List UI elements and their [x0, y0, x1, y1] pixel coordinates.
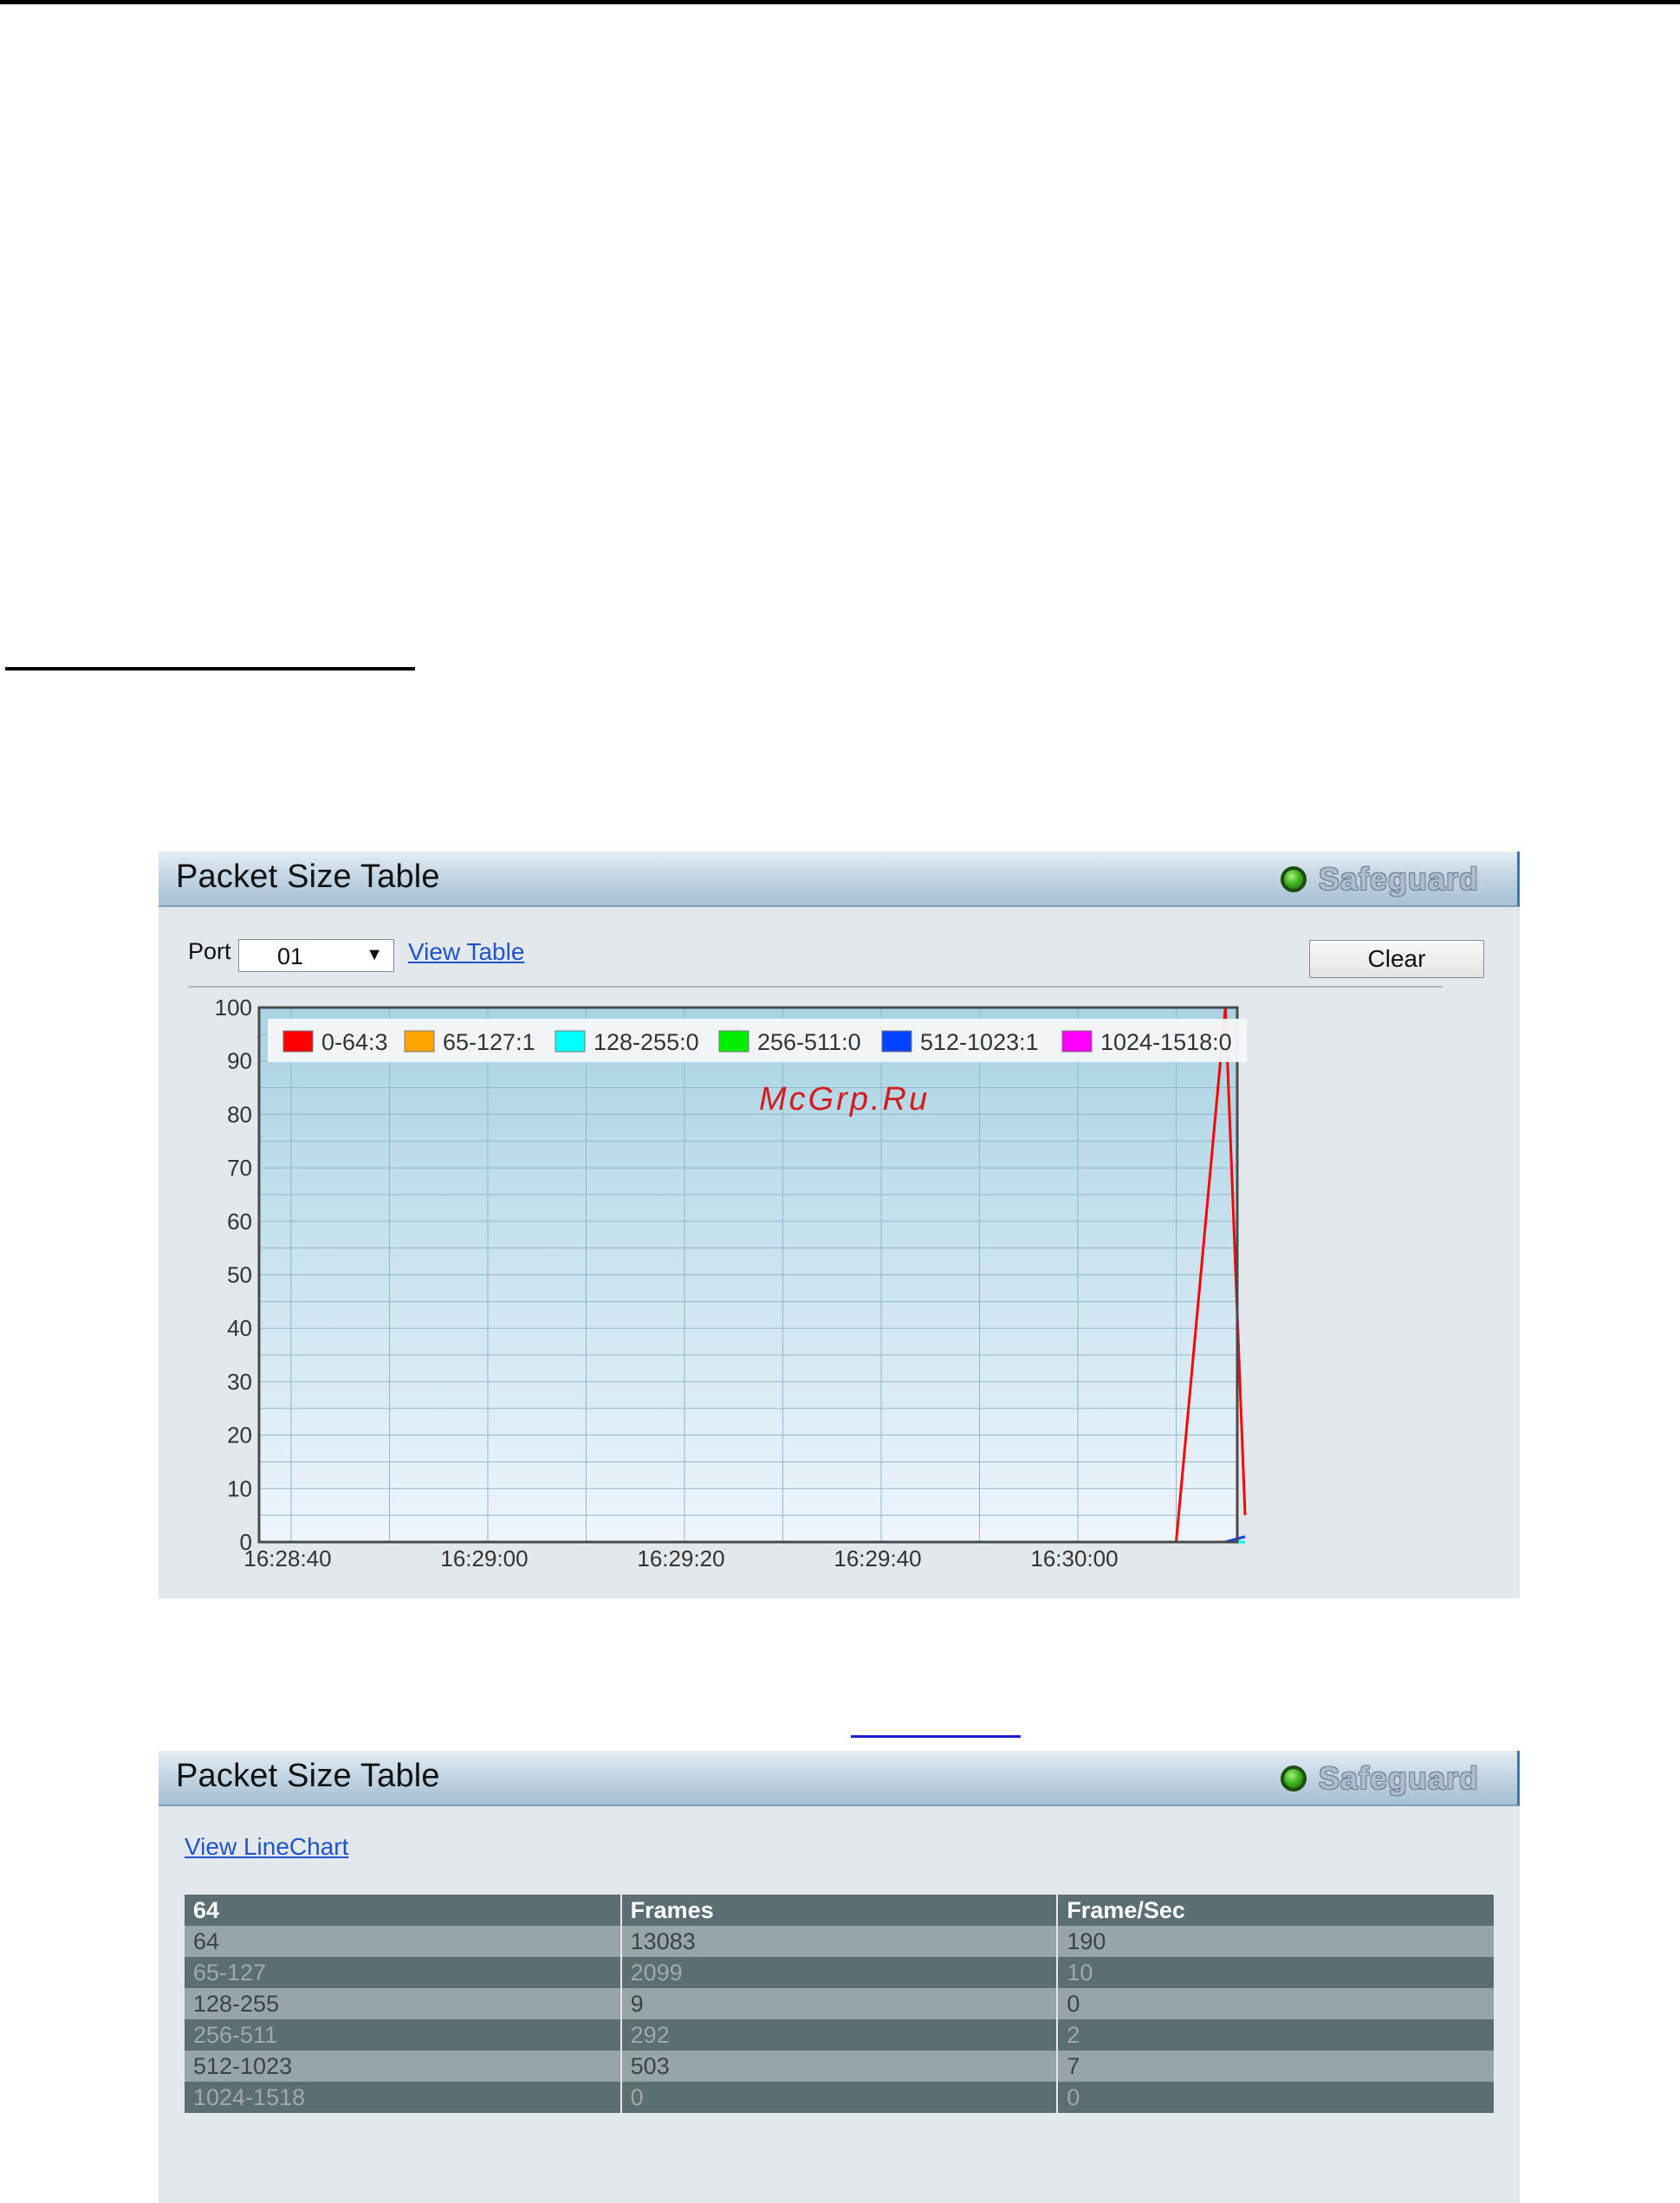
y-tick-label: 90 — [227, 1048, 252, 1074]
table-cell: 190 — [1056, 1926, 1494, 1957]
y-tick-label: 20 — [227, 1422, 252, 1448]
packet-size-linechart-panel: Packet Size Table Safeguard Port 01 ▼ Vi… — [159, 852, 1520, 1598]
table-cell: 2099 — [619, 1957, 1058, 1988]
y-tick-label: 10 — [227, 1475, 252, 1501]
y-tick-label: 70 — [227, 1155, 252, 1181]
table-cell: 9 — [619, 1988, 1058, 2019]
legend-entry: 65-127:1 — [443, 1029, 535, 1055]
y-tick-label: 30 — [227, 1369, 252, 1395]
x-tick-label: 16:28:40 — [243, 1545, 331, 1571]
y-tick-label: 50 — [227, 1262, 252, 1288]
view-linechart-link[interactable]: View LineChart — [185, 1833, 348, 1861]
table-cell: 503 — [619, 2051, 1058, 2082]
table-row: 64 13083 190 — [185, 1926, 1494, 1957]
packet-size-stats-table: 64 Frames Frame/Sec 64 13083 190 65-127 … — [185, 1895, 1494, 2113]
safeguard-label: Safeguard — [1318, 1760, 1479, 1796]
safeguard-indicator: Safeguard — [1280, 1759, 1479, 1798]
x-tick-label: 16:30:00 — [1030, 1545, 1118, 1571]
table-cell: 64 — [185, 1926, 621, 1957]
table-header-row: 64 Frames Frame/Sec — [185, 1895, 1494, 1926]
packet-size-line-chart: 010203040506070809010016:28:40 16:29:00 16… — [215, 995, 1247, 1571]
legend-swatch — [718, 1030, 749, 1053]
column-header: Frames — [619, 1895, 1058, 1926]
legend-entry: 512-1023:1 — [920, 1029, 1039, 1055]
legend-entry: 0-64:3 — [321, 1029, 388, 1055]
table-row: 512-1023 503 7 — [185, 2051, 1494, 2082]
legend-swatch — [1061, 1030, 1093, 1053]
table-cell: 0 — [1056, 1988, 1494, 2019]
table-cell: 7 — [1056, 2051, 1494, 2082]
table-cell: 13083 — [619, 1926, 1058, 1957]
legend-entry: 128-255:0 — [594, 1029, 699, 1055]
table-row: 1024-1518 0 0 — [185, 2082, 1494, 2113]
y-tick-label: 100 — [215, 995, 252, 1021]
table-cell: 292 — [619, 2019, 1058, 2051]
x-tick-label: 16:29:20 — [637, 1545, 724, 1571]
table-cell: 256-511 — [185, 2019, 621, 2051]
table-cell: 1024-1518 — [185, 2082, 621, 2113]
link-underline-rule — [851, 1735, 1021, 1738]
y-tick-label: 80 — [227, 1101, 252, 1127]
x-tick-label: 16:29:00 — [440, 1545, 528, 1571]
watermark: McGrp.Ru — [759, 1081, 931, 1118]
section-rule — [5, 667, 415, 671]
legend-entry: 256-511:0 — [757, 1029, 861, 1055]
panel-header: Packet Size Table Safeguard — [159, 1751, 1520, 1806]
top-rule — [0, 0, 1680, 4]
table-row: 65-127 2099 10 — [185, 1957, 1494, 1988]
column-header: Frame/Sec — [1056, 1895, 1494, 1926]
x-tick-label: 16:29:40 — [834, 1545, 921, 1571]
table-cell: 512-1023 — [185, 2051, 621, 2082]
legend-entry: 1024-1518:0 — [1100, 1029, 1232, 1055]
safeguard-status-icon — [1280, 1766, 1307, 1792]
legend-swatch — [282, 1030, 314, 1053]
legend-swatch — [404, 1030, 435, 1053]
table-row: 128-255 9 0 — [185, 1988, 1494, 2019]
column-header: 64 — [185, 1895, 621, 1926]
table-cell: 0 — [619, 2082, 1058, 2113]
table-cell: 0 — [1056, 2082, 1494, 2113]
page-title: Packet Size Table — [176, 1758, 440, 1794]
table-cell: 128-255 — [185, 1988, 621, 2019]
table-cell: 10 — [1056, 1957, 1494, 1988]
table-cell: 65-127 — [185, 1957, 621, 1988]
packet-size-table-panel: Packet Size Table Safeguard View LineCha… — [159, 1751, 1520, 2203]
y-tick-label: 40 — [227, 1315, 252, 1341]
legend-swatch — [881, 1030, 912, 1053]
y-tick-label: 60 — [227, 1208, 252, 1234]
table-cell: 2 — [1056, 2019, 1494, 2051]
legend-swatch — [555, 1030, 586, 1053]
table-row: 256-511 292 2 — [185, 2019, 1494, 2051]
